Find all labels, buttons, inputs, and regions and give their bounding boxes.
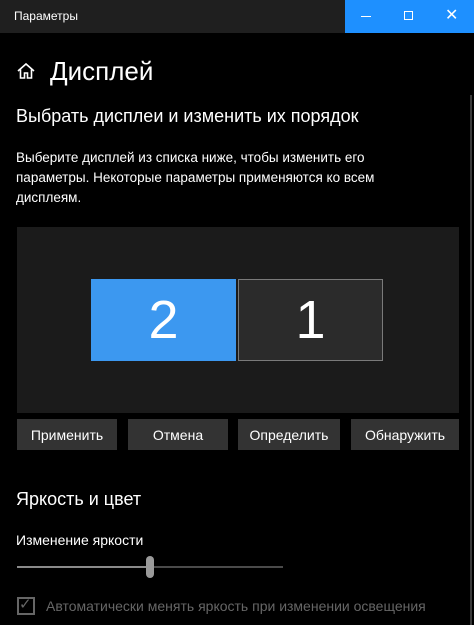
apply-button[interactable]: Применить [17, 419, 117, 450]
identify-button[interactable]: Определить [238, 419, 340, 450]
display-1-tile[interactable]: 1 [238, 279, 383, 361]
close-button[interactable]: ✕ [431, 0, 474, 33]
display-2-tile[interactable]: 2 [91, 279, 236, 361]
minimize-icon [361, 16, 371, 17]
scrollbar[interactable] [470, 95, 472, 625]
brightness-slider-fill [17, 566, 150, 568]
arrange-section-title: Выбрать дисплеи и изменить их порядок [16, 106, 359, 126]
auto-brightness-option[interactable]: ✓ Автоматически менять яркость при измен… [17, 596, 426, 615]
maximize-icon [404, 11, 413, 20]
display-arrangement-area[interactable]: 2 1 [17, 227, 459, 413]
cancel-button[interactable]: Отмена [128, 419, 228, 450]
page-header: Дисплей [16, 56, 153, 86]
auto-brightness-checkbox[interactable]: ✓ [17, 596, 35, 615]
brightness-slider-label: Изменение яркости [16, 532, 144, 548]
brightness-slider-thumb[interactable] [146, 556, 154, 578]
detect-button[interactable]: Обнаружить [351, 419, 459, 450]
close-icon: ✕ [445, 7, 459, 24]
brightness-slider[interactable] [17, 556, 283, 578]
caption-buttons: ✕ [345, 0, 474, 33]
home-icon[interactable] [16, 61, 36, 81]
page-title: Дисплей [50, 55, 154, 86]
maximize-button[interactable] [388, 0, 431, 33]
brightness-section-title: Яркость и цвет [16, 489, 142, 509]
arrange-description: Выберите дисплей из списка ниже, чтобы и… [16, 150, 375, 205]
auto-brightness-label: Автоматически менять яркость при изменен… [46, 598, 426, 614]
window-title: Параметры [14, 9, 78, 23]
check-icon: ✓ [19, 596, 32, 613]
minimize-button[interactable] [345, 0, 388, 33]
title-bar: Параметры ✕ [0, 0, 474, 33]
